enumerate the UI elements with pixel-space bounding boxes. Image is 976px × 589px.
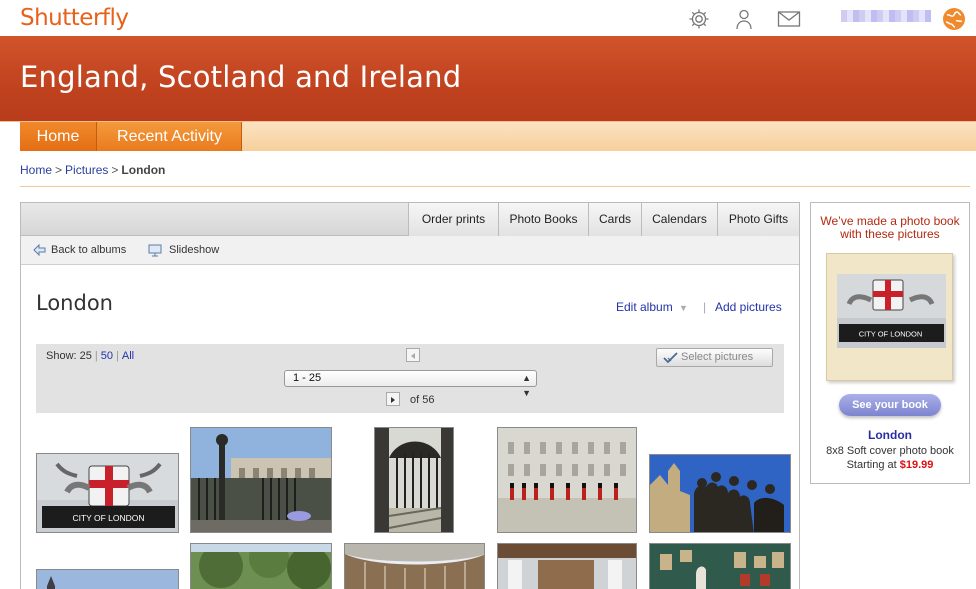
promo-starting-label: Starting at (846, 459, 897, 471)
photo-thumbnail[interactable] (36, 569, 179, 589)
album-toolbar: Back to albums Slideshow (21, 236, 799, 265)
globe-theatre-photo (345, 544, 484, 589)
pager: Show: 25 | 50 | All 1 - 25 ▲ ▼ of 56 Select p… (36, 344, 784, 413)
book-cover-text: CITY OF LONDON (859, 330, 923, 339)
nav-item-home[interactable]: Home (20, 122, 97, 151)
photo-book-cover[interactable]: CITY OF LONDON (826, 253, 953, 381)
edit-album-label: Edit album (616, 300, 673, 314)
slideshow-label: Slideshow (169, 244, 220, 256)
tab-cards[interactable]: Cards (588, 203, 641, 236)
back-to-albums-link[interactable]: Back to albums (33, 236, 126, 265)
product-tabs: Order prints Photo Books Cards Calendars… (21, 203, 799, 236)
breadcrumb-separator: > (55, 163, 63, 177)
show-label: Show: (46, 350, 77, 362)
shutterfly-logo[interactable]: Shutterfly (20, 5, 129, 31)
city-of-london-sign-photo: CITY OF LONDON (37, 454, 178, 532)
photo-sign-text: CITY OF LONDON (72, 513, 144, 523)
photo-thumbnail[interactable] (497, 543, 637, 589)
next-page-button[interactable] (386, 392, 400, 406)
chevron-down-icon: ▼ (679, 303, 688, 313)
top-bar: Shutterfly (0, 0, 976, 36)
back-to-albums-label: Back to albums (51, 244, 127, 256)
back-arrow-icon (33, 244, 46, 256)
promo-book-title[interactable]: London (811, 428, 969, 442)
triangle-left-icon (411, 353, 415, 359)
promo-price: $19.99 (899, 459, 934, 471)
see-your-book-button[interactable]: See your book (839, 394, 941, 416)
breadcrumb-separator: > (111, 163, 119, 177)
breadcrumb: Home > Pictures > London (20, 163, 165, 177)
tab-calendars[interactable]: Calendars (641, 203, 717, 236)
select-pictures-label: Select pictures (681, 351, 754, 363)
slideshow-link[interactable]: Slideshow (148, 236, 219, 265)
photo-thumbnail[interactable] (190, 427, 332, 533)
show-50-link[interactable]: 50 (101, 350, 113, 362)
promo-book-type: 8x8 Soft cover photo book (826, 445, 954, 457)
album-title: London (36, 291, 113, 315)
page-range-value: 1 - 25 (293, 372, 322, 384)
show-count: Show: 25 | 50 | All (46, 350, 135, 362)
photo-thumbnail[interactable] (374, 427, 454, 533)
changing-of-the-guard-photo (498, 428, 636, 532)
select-pictures-button[interactable]: Select pictures (656, 348, 773, 367)
edit-album-link[interactable]: Edit album ▼ (616, 300, 688, 314)
page-total: of 56 (410, 394, 435, 406)
book-cover-image: CITY OF LONDON (827, 254, 952, 380)
show-25: 25 (79, 350, 92, 362)
banner-title: England, Scotland and Ireland (20, 60, 462, 94)
photo-thumbnail[interactable] (649, 454, 791, 533)
prev-page-button[interactable] (406, 348, 420, 362)
slideshow-icon (148, 244, 162, 257)
tab-photo-gifts[interactable]: Photo Gifts (717, 203, 799, 236)
divider (20, 186, 970, 187)
page-range-select[interactable]: 1 - 25 ▲ ▼ (284, 370, 537, 398)
burghers-statue-photo (650, 455, 790, 532)
select-caret-icon: ▲ ▼ (522, 373, 531, 398)
buckingham-palace-gates-photo (191, 428, 331, 532)
links-divider: | (703, 300, 707, 314)
add-pictures-link[interactable]: Add pictures (715, 300, 782, 314)
nav-fill (242, 122, 976, 151)
breadcrumb-pictures[interactable]: Pictures (65, 163, 108, 177)
globe-icon[interactable] (942, 7, 966, 31)
album-panel: Order prints Photo Books Cards Calendars… (20, 202, 800, 589)
sky-tower-photo (37, 570, 178, 589)
promo-heading: We’ve made a photo book with these pictu… (820, 214, 960, 241)
photo-book-promo: We’ve made a photo book with these pictu… (810, 202, 970, 484)
gear-icon[interactable] (688, 8, 710, 30)
show-all-link[interactable]: All (122, 350, 134, 362)
promo-description: 8x8 Soft cover photo book Starting at $1… (811, 444, 969, 472)
nav-item-recent-activity[interactable]: Recent Activity (98, 122, 241, 151)
tab-order-prints[interactable]: Order prints (408, 203, 498, 236)
checkmark-icon (663, 352, 678, 364)
iron-gate-photo (375, 428, 453, 532)
photo-thumbnail[interactable] (344, 543, 485, 589)
user-icon[interactable] (733, 8, 755, 30)
photo-thumbnail[interactable] (190, 543, 332, 589)
photo-thumbnail[interactable] (497, 427, 637, 533)
username-blurred[interactable] (841, 10, 931, 22)
breadcrumb-home[interactable]: Home (20, 163, 52, 177)
mail-icon[interactable] (777, 8, 801, 30)
museum-gallery-photo (650, 544, 790, 589)
theatre-stage-photo (498, 544, 636, 589)
album-banner: England, Scotland and Ireland (0, 36, 976, 121)
promo-price-line: Starting at $19.99 (811, 458, 969, 472)
breadcrumb-current: London (121, 163, 166, 177)
photo-thumbnail[interactable]: CITY OF LONDON (36, 453, 179, 533)
triangle-right-icon (391, 397, 395, 403)
main-nav: Home Recent Activity (0, 121, 976, 151)
photo-thumbnail[interactable] (649, 543, 791, 589)
garden-photo (191, 544, 331, 589)
tab-photo-books[interactable]: Photo Books (498, 203, 588, 236)
